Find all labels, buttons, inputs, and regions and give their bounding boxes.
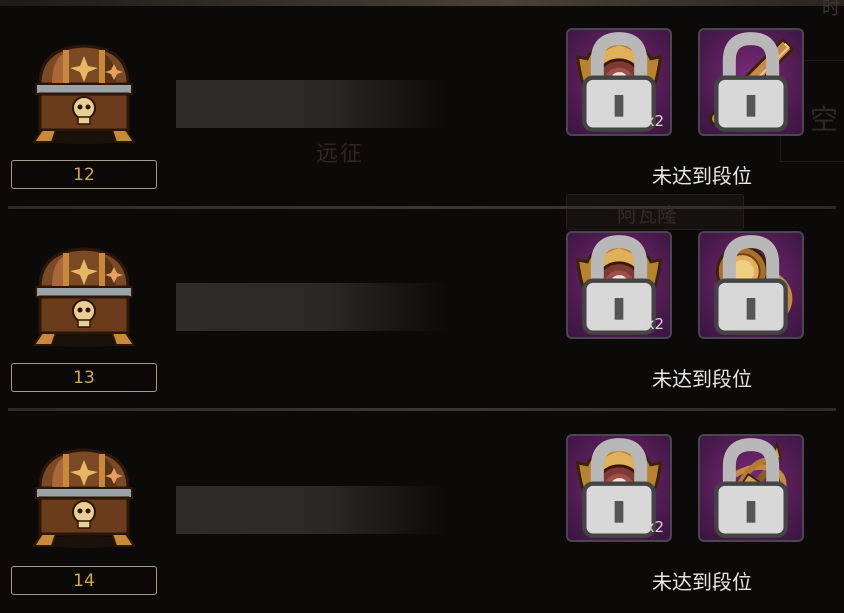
reward-slot[interactable]: [698, 28, 804, 136]
tier-label: 13: [11, 363, 157, 392]
reward-row: 14 x2 未达到段位: [0, 406, 844, 606]
reward-slot[interactable]: x2: [566, 28, 672, 136]
reward-slot[interactable]: x2: [566, 434, 672, 542]
treasure-chest-icon: [22, 34, 146, 146]
row-name-bar: [176, 283, 446, 331]
reward-quantity: x2: [645, 112, 664, 130]
lock-icon: [700, 233, 802, 337]
tier-label: 14: [11, 566, 157, 595]
reward-slot[interactable]: x2: [566, 231, 672, 339]
reward-row: 12 x2 未达到段位: [0, 0, 844, 200]
lock-icon: [700, 436, 802, 540]
row-name-bar: [176, 486, 446, 534]
rank-status-text: 未达到段位: [652, 570, 752, 594]
reward-row: 13 x2 未达到段位: [0, 203, 844, 403]
reward-quantity: x2: [645, 518, 664, 536]
treasure-chest-icon: [22, 438, 146, 550]
reward-quantity: x2: [645, 315, 664, 333]
row-name-bar: [176, 80, 446, 128]
lock-icon: [700, 30, 802, 134]
tier-label: 12: [11, 160, 157, 189]
reward-slot[interactable]: [698, 434, 804, 542]
rank-status-text: 未达到段位: [652, 367, 752, 391]
reward-slot[interactable]: [698, 231, 804, 339]
treasure-chest-icon: [22, 237, 146, 349]
rank-status-text: 未达到段位: [652, 164, 752, 188]
